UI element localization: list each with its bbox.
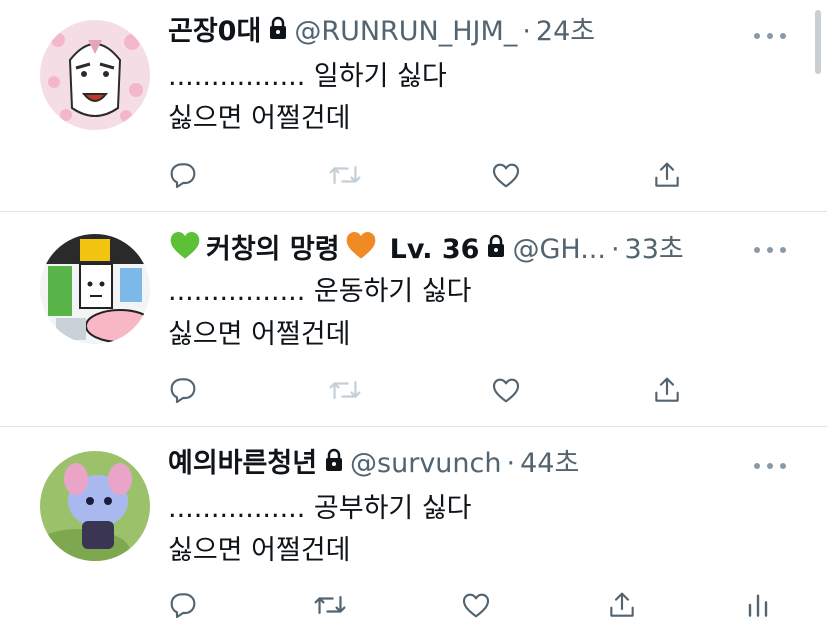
reply-button[interactable] [166,158,200,192]
lock-icon [486,233,506,267]
share-button[interactable] [605,588,639,622]
scrollbar[interactable] [815,10,821,74]
like-button[interactable] [489,373,523,407]
share-icon [610,592,634,617]
tweet-header: 커창의 망령 Lv. 36 @GH... · 33초 [168,230,684,269]
display-name[interactable]: 곤장0대 [168,15,261,49]
tweet-header: 곤장0대 @RUNRUN_HJM_ · 24초 [168,15,595,49]
tweet-text-line: ................ 일하기 싫다 [168,61,447,92]
avatar[interactable] [40,234,150,344]
analytics-icon [748,594,768,617]
like-icon [462,593,490,618]
like-icon [492,378,520,403]
user-level: Lv. 36 [389,233,480,265]
separator: · [522,16,531,47]
retweet-icon [329,381,361,399]
reply-icon [170,163,196,189]
retweet-button[interactable] [328,158,362,192]
tweet-text-line: ................ 공부하기 싫다 [168,493,472,524]
avatar[interactable] [40,451,150,561]
separator: · [610,233,620,265]
reply-icon [170,593,196,619]
avatar[interactable] [40,20,150,130]
user-handle[interactable]: @RUNRUN_HJM_ [294,15,517,49]
lock-icon [268,15,288,49]
reply-icon [170,378,196,404]
tweet-text-line: 싫으면 어쩔건데 [168,535,351,566]
share-button[interactable] [650,373,684,407]
lock-icon [324,447,344,481]
like-icon [492,163,520,188]
like-button[interactable] [489,158,523,192]
tweet-1[interactable]: 곤장0대 @RUNRUN_HJM_ · 24초 ................… [0,0,827,211]
orange-heart-icon [344,230,378,269]
like-button[interactable] [459,588,493,622]
more-icon[interactable] [754,460,786,472]
analytics-button[interactable] [741,588,775,622]
display-name[interactable]: 예의바른청년 [168,447,317,481]
more-icon[interactable] [754,30,786,42]
reply-button[interactable] [166,588,200,622]
retweet-icon [314,596,346,614]
share-icon [655,162,679,187]
tweet-text-line: 싫으면 어쩔건데 [168,319,351,350]
separator: · [506,448,516,479]
timestamp[interactable]: 24초 [536,15,595,49]
share-icon [655,377,679,402]
green-heart-icon [168,230,202,269]
share-button[interactable] [650,158,684,192]
user-handle[interactable]: @survunch [350,447,501,481]
tweet-header: 예의바른청년 @survunch · 44초 [168,447,579,481]
display-name[interactable]: 커창의 망령 [206,233,340,267]
timestamp[interactable]: 33초 [625,233,684,267]
reply-button[interactable] [166,373,200,407]
tweet-3[interactable]: 예의바른청년 @survunch · 44초 ................ … [0,427,827,633]
tweet-text-line: ................ 운동하기 싫다 [168,276,472,307]
tweet-text-line: 싫으면 어쩔건데 [168,103,351,134]
more-icon[interactable] [754,244,786,256]
retweet-icon [329,166,361,184]
tweet-2[interactable]: 커창의 망령 Lv. 36 @GH... · 33초 .............… [0,212,827,426]
timestamp[interactable]: 44초 [520,447,579,481]
retweet-button[interactable] [328,373,362,407]
retweet-button[interactable] [313,588,347,622]
user-handle[interactable]: @GH... [512,233,606,267]
